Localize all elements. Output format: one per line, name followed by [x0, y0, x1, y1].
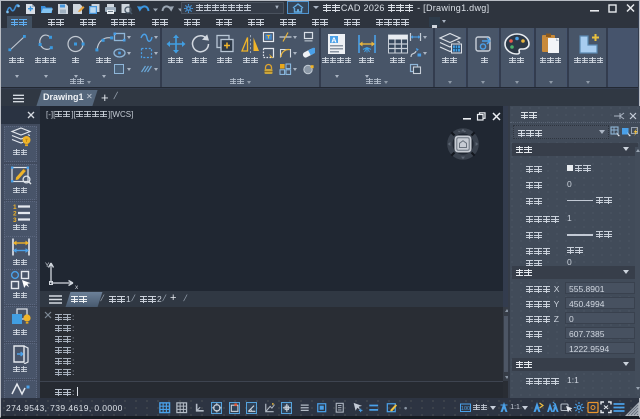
svg-text:3: 3 — [13, 217, 17, 222]
svg-text:100: 100 — [461, 406, 470, 412]
svg-text:Y: Y — [45, 262, 50, 269]
svg-text:A: A — [331, 36, 337, 45]
svg-text:x: x — [75, 284, 78, 289]
